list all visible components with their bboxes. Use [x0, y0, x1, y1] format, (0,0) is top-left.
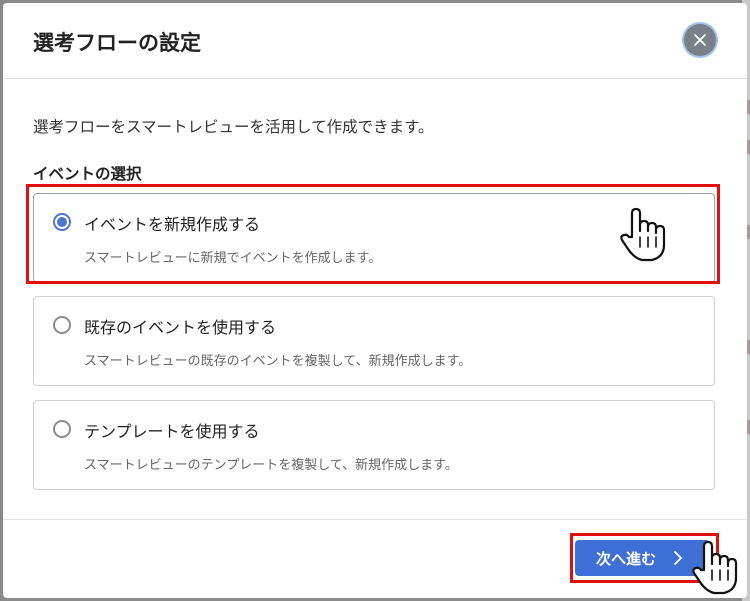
option-description: スマートレビューのテンプレートを複製して、新規作成します。 [84, 458, 458, 473]
option-use-existing[interactable]: 既存のイベントを使用する スマートレビューの既存のイベントを複製して、新規作成し… [33, 296, 715, 386]
section-title: イベントの選択 [33, 165, 142, 183]
radio-create-new[interactable] [53, 213, 71, 231]
option-description: スマートレビューに新規でイベントを作成します。 [84, 251, 382, 266]
option-label: 既存のイベントを使用する [84, 318, 277, 337]
option-label: イベントを新規作成する [84, 215, 261, 234]
chevron-right-icon [674, 551, 683, 565]
intro-text: 選考フローをスマートレビューを活用して作成できます。 [33, 118, 434, 136]
hand-pointer-icon [692, 540, 738, 595]
next-button-label: 次へ進む [596, 550, 657, 568]
hand-pointer-icon [620, 207, 666, 262]
radio-use-existing[interactable] [53, 316, 71, 334]
option-create-new[interactable]: イベントを新規作成する スマートレビューに新規でイベントを作成します。 [33, 193, 715, 283]
option-label: テンプレートを使用する [84, 422, 260, 441]
selection-flow-dialog: 選考フローの設定 選考フローをスマートレビューを活用して作成できます。 イベント… [3, 3, 747, 598]
option-use-template[interactable]: テンプレートを使用する スマートレビューのテンプレートを複製して、新規作成します… [33, 400, 715, 490]
dialog-title: 選考フローの設定 [33, 31, 201, 55]
close-button[interactable] [684, 24, 716, 56]
close-icon [694, 34, 706, 46]
option-description: スマートレビューの既存のイベントを複製して、新規作成します。 [84, 354, 472, 369]
radio-use-template[interactable] [53, 420, 71, 438]
dialog-header: 選考フローの設定 [3, 3, 747, 79]
